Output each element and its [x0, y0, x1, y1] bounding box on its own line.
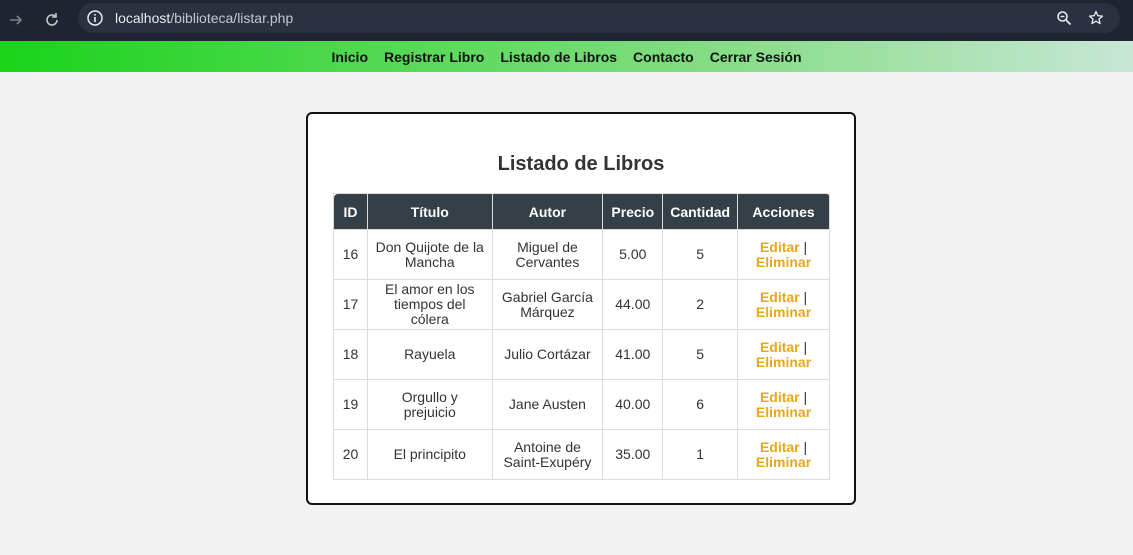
column-header-id: ID	[333, 193, 368, 230]
action-separator: |	[803, 388, 808, 405]
edit-link[interactable]: Editar	[760, 339, 800, 355]
reload-icon[interactable]	[40, 8, 64, 32]
cell-autor: Antoine de Saint-Exupéry	[491, 429, 604, 480]
cell-precio: 41.00	[602, 329, 664, 380]
cell-id: 16	[333, 229, 368, 280]
books-card: Listado de Libros ID Título Autor Precio…	[306, 112, 856, 505]
cell-titulo: Rayuela	[366, 329, 493, 380]
delete-link[interactable]: Eliminar	[756, 254, 811, 270]
table-header-row: ID Título Autor Precio Cantidad Acciones	[333, 193, 830, 230]
nav-link-registrar-libro[interactable]: Registrar Libro	[384, 49, 484, 65]
page-title: Listado de Libros	[497, 153, 665, 175]
delete-link[interactable]: Eliminar	[756, 404, 811, 420]
cell-precio: 35.00	[602, 429, 664, 480]
edit-link[interactable]: Editar	[760, 239, 800, 255]
url-text[interactable]: localhost/biblioteca/listar.php	[115, 10, 293, 26]
cell-id: 19	[333, 379, 368, 430]
delete-link[interactable]: Eliminar	[756, 354, 811, 370]
cell-acciones: Editar | Eliminar	[737, 379, 830, 430]
cell-precio: 44.00	[602, 279, 664, 330]
cell-autor: Miguel de Cervantes	[491, 229, 604, 280]
cell-cantidad: 5	[662, 229, 739, 280]
star-icon[interactable]	[1086, 8, 1106, 28]
cell-acciones: Editar | Eliminar	[737, 429, 830, 480]
cell-cantidad: 1	[662, 429, 739, 480]
nav-link-cerrar-sesion[interactable]: Cerrar Sesión	[710, 49, 802, 65]
column-header-titulo: Título	[366, 193, 493, 230]
table-row: 17 El amor en los tiempos del cólera Gab…	[333, 279, 830, 330]
zoom-icon[interactable]	[1054, 8, 1074, 28]
action-separator: |	[803, 338, 808, 355]
column-header-autor: Autor	[491, 193, 604, 230]
table-row: 20 El principito Antoine de Saint-Exupér…	[333, 429, 830, 480]
address-bar[interactable]: localhost/biblioteca/listar.php	[78, 3, 1120, 33]
table-row: 19 Orgullo y prejuicio Jane Austen 40.00…	[333, 379, 830, 430]
column-header-acciones: Acciones	[737, 193, 830, 230]
edit-link[interactable]: Editar	[760, 439, 800, 455]
table-row: 18 Rayuela Julio Cortázar 41.00 5 Editar…	[333, 329, 830, 380]
cell-acciones: Editar | Eliminar	[737, 329, 830, 380]
edit-link[interactable]: Editar	[760, 289, 800, 305]
browser-toolbar: localhost/biblioteca/listar.php	[0, 0, 1133, 41]
cell-id: 18	[333, 329, 368, 380]
books-table: ID Título Autor Precio Cantidad Acciones…	[333, 193, 830, 480]
action-separator: |	[803, 238, 808, 255]
cell-precio: 40.00	[602, 379, 664, 430]
cell-autor: Gabriel García Márquez	[491, 279, 604, 330]
cell-cantidad: 2	[662, 279, 739, 330]
cell-cantidad: 5	[662, 329, 739, 380]
nav-link-inicio[interactable]: Inicio	[331, 49, 368, 65]
action-separator: |	[803, 438, 808, 455]
info-icon[interactable]	[86, 9, 104, 27]
delete-link[interactable]: Eliminar	[756, 304, 811, 320]
nav-link-listado-libros[interactable]: Listado de Libros	[500, 49, 617, 65]
column-header-cantidad: Cantidad	[662, 193, 739, 230]
site-nav: Inicio Registrar Libro Listado de Libros…	[0, 41, 1133, 72]
cell-titulo: El amor en los tiempos del cólera	[366, 279, 493, 330]
cell-titulo: El principito	[366, 429, 493, 480]
forward-icon[interactable]	[4, 8, 28, 32]
url-path: /biblioteca/listar.php	[170, 10, 294, 26]
column-header-precio: Precio	[602, 193, 664, 230]
cell-titulo: Don Quijote de la Mancha	[366, 229, 493, 280]
cell-autor: Julio Cortázar	[491, 329, 604, 380]
cell-titulo: Orgullo y prejuicio	[366, 379, 493, 430]
cell-id: 17	[333, 279, 368, 330]
action-separator: |	[803, 288, 808, 305]
delete-link[interactable]: Eliminar	[756, 454, 811, 470]
cell-autor: Jane Austen	[491, 379, 604, 430]
cell-precio: 5.00	[602, 229, 664, 280]
cell-cantidad: 6	[662, 379, 739, 430]
cell-acciones: Editar | Eliminar	[737, 229, 830, 280]
nav-link-contacto[interactable]: Contacto	[633, 49, 694, 65]
cell-acciones: Editar | Eliminar	[737, 279, 830, 330]
table-row: 16 Don Quijote de la Mancha Miguel de Ce…	[333, 229, 830, 280]
url-host: localhost	[115, 10, 171, 26]
cell-id: 20	[333, 429, 368, 480]
edit-link[interactable]: Editar	[760, 389, 800, 405]
